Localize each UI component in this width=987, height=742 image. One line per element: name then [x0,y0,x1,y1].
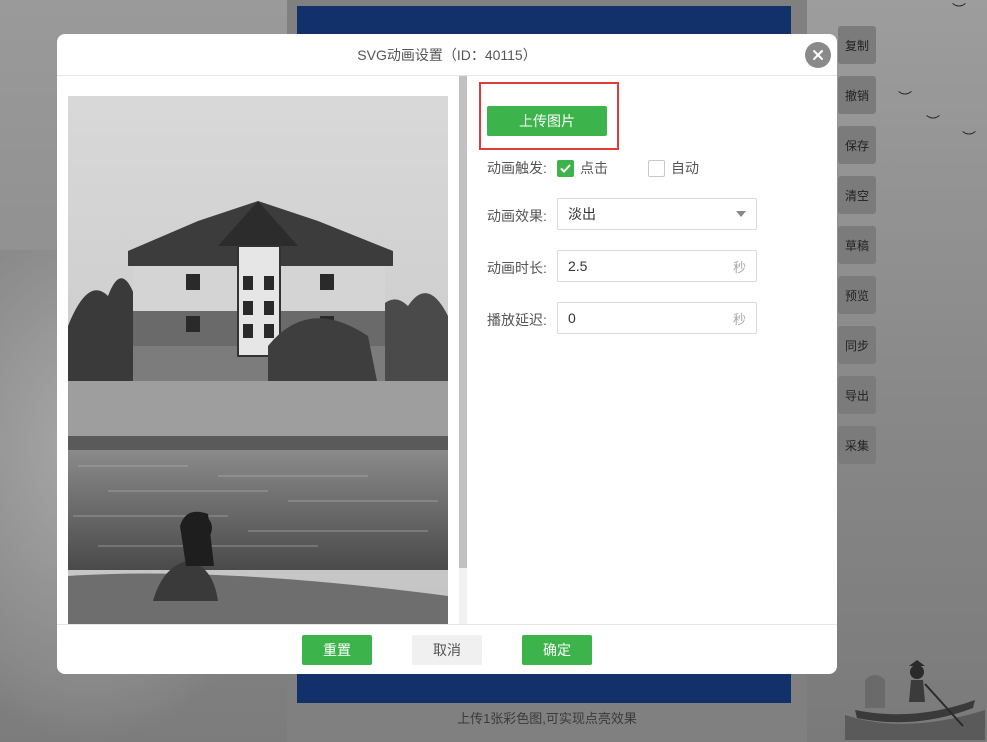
save-button[interactable]: 保存 [838,126,876,164]
upload-image-button[interactable]: 上传图片 [487,106,607,136]
duration-label: 动画时长: [487,260,547,276]
cancel-button[interactable]: 取消 [412,635,482,665]
delay-field[interactable]: 秒 [557,302,757,334]
dialog-title: SVG动画设置（ID：40115） [357,46,537,63]
effect-label: 动画效果: [487,208,547,224]
copy-button[interactable]: 复制 [838,26,876,64]
export-button[interactable]: 导出 [838,376,876,414]
bird-icon: ︶ [898,90,912,106]
svg-animation-dialog: SVG动画设置（ID：40115） 上传图片 动画触发: 点击 自动 动画效果:… [57,34,837,674]
trigger-click-label: 点击 [580,160,608,176]
delay-unit: 秒 [732,311,746,327]
trigger-label: 动画触发: [487,160,547,176]
chevron-down-icon [736,211,746,217]
trigger-click-option[interactable]: 点击 [557,158,608,178]
draft-button[interactable]: 草稿 [838,226,876,264]
preview-button[interactable]: 预览 [838,276,876,314]
delay-input[interactable] [568,310,718,326]
duration-input[interactable] [568,258,718,274]
preview-pane [57,76,459,624]
undo-button[interactable]: 撤销 [838,76,876,114]
checkbox-checked-icon[interactable] [557,159,574,177]
bird-icon: ︶ [962,130,976,146]
reset-button[interactable]: 重置 [302,635,372,665]
duration-field[interactable]: 秒 [557,250,757,282]
checkbox-unchecked-icon[interactable] [648,159,665,177]
trigger-auto-label: 自动 [671,160,699,176]
confirm-button[interactable]: 确定 [522,635,592,665]
trigger-auto-option[interactable]: 自动 [648,158,699,178]
boat-illustration [845,660,985,740]
sync-button[interactable]: 同步 [838,326,876,364]
preview-image [68,96,448,624]
bird-icon: ︶ [952,2,966,18]
delay-label: 播放延迟: [487,312,547,328]
close-button[interactable] [805,42,831,68]
side-toolbar: 复制 撤销 保存 清空 草稿 预览 同步 导出 采集 [838,26,876,464]
effect-value: 淡出 [568,206,596,222]
bird-icon: ︶ [926,114,940,130]
canvas-caption: 上传1张彩色图,可实现点亮效果 [457,711,637,726]
collect-button[interactable]: 采集 [838,426,876,464]
dialog-header: SVG动画设置（ID：40115） [57,34,837,76]
clear-button[interactable]: 清空 [838,176,876,214]
preview-scrollbar-thumb[interactable] [459,76,467,568]
duration-unit: 秒 [732,259,746,275]
close-icon [813,50,823,60]
dialog-footer: 重置 取消 确定 [57,624,837,674]
dialog-body: 上传图片 动画触发: 点击 自动 动画效果: 淡出 动画时长: 秒 播放延迟: … [57,76,837,624]
effect-select[interactable]: 淡出 [557,198,757,230]
